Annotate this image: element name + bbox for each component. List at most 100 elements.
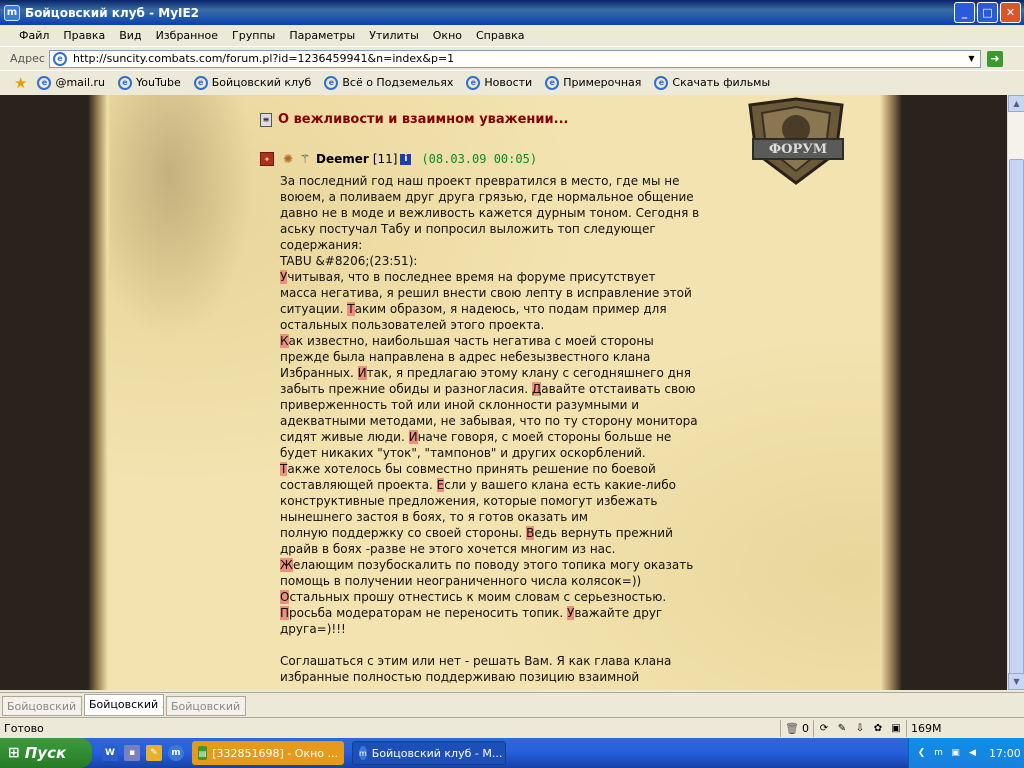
post-body: За последний год наш проект превратился … <box>280 173 740 685</box>
clock: 17:00 <box>989 746 1021 760</box>
link-dungeons[interactable]: e Всё о Подземельях <box>324 75 453 90</box>
link-movies[interactable]: e Скачать фильмы <box>654 75 770 90</box>
scroll-thumb[interactable] <box>1009 159 1024 689</box>
ie-page-icon: e <box>37 75 52 90</box>
start-button[interactable]: ⊞ Пуск <box>0 738 92 768</box>
forum-logo-label[interactable]: ФОРУМ <box>752 138 844 160</box>
taskbar-item-browser[interactable]: m Бойцовский клуб - М... <box>352 741 506 765</box>
minimize-button[interactable]: _ <box>954 2 975 23</box>
post-line: нынешнего застоя в боях, то я готов оказ… <box>280 510 588 524</box>
taskbar: ⊞ Пуск W ▪ ✎ m ▤ [332851698] - Окно ... … <box>0 738 1024 768</box>
status-icons: ⟳ ✎ ⇩ ✿ ▣ <box>812 719 906 737</box>
network-icon[interactable]: ▣ <box>949 747 962 760</box>
vertical-scrollbar[interactable]: ▲ ▼ <box>1007 95 1024 690</box>
myie2-icon: m <box>4 4 20 21</box>
menu-favorites[interactable]: Избранное <box>149 29 225 42</box>
chevron-down-icon[interactable]: ▼ <box>965 52 978 66</box>
post-line: драйв в боях -разве не этого хочется мно… <box>280 542 616 556</box>
clan-badge-icon[interactable]: ✦ <box>260 152 274 166</box>
chevron-left-icon[interactable]: ❮ <box>915 747 928 760</box>
word-icon[interactable]: W <box>102 745 118 761</box>
myie2-tray-icon[interactable]: m <box>932 747 945 760</box>
ie-page-icon: e <box>52 51 67 66</box>
post-line: составляющей проекта. Если у вашего клан… <box>280 478 677 492</box>
post-line: будет никаких "уток", "тампонов" и други… <box>280 446 646 460</box>
author-name[interactable]: Deemer <box>316 152 369 166</box>
maximize-button[interactable]: □ <box>977 2 998 23</box>
menu-help[interactable]: Справка <box>469 29 531 42</box>
post-line: полную поддержку со своей стороны. Ведь … <box>280 526 673 540</box>
menu-edit[interactable]: Правка <box>56 29 112 42</box>
link-combats[interactable]: e Бойцовский клуб <box>193 75 311 90</box>
refresh-icon[interactable]: ⟳ <box>818 722 830 734</box>
post-line: За последний год наш проект превратился … <box>280 174 680 188</box>
menu-bar: Файл Правка Вид Избранное Группы Парамет… <box>0 25 1024 46</box>
windows-logo-icon: ⊞ <box>8 745 20 761</box>
edit-icon[interactable]: ✎ <box>836 722 848 734</box>
post-line: приверженность той или иной склонности р… <box>280 398 640 412</box>
post-line: воюем, а поливаем друг друга грязью, где… <box>280 190 694 204</box>
ie-page-icon: e <box>545 75 560 90</box>
post-line: давно не в моде и вежливость кажется дур… <box>280 206 700 220</box>
wings-icon: ⚚ <box>299 152 311 166</box>
myie2-icon[interactable]: m <box>168 745 184 761</box>
scroll-up-button[interactable]: ▲ <box>1008 95 1024 112</box>
scroll-down-button[interactable]: ▼ <box>1008 673 1024 690</box>
post-line: прежде была направлена в адрес небезызве… <box>280 350 651 364</box>
post-line: TABU &#8206;(23:51): <box>280 254 418 268</box>
info-icon[interactable]: i <box>400 153 412 165</box>
post-line: Также хотелось бы совместно принять реше… <box>280 462 656 476</box>
tab-2[interactable]: Бойцовский ... <box>84 694 164 716</box>
post-line: масса негатива, я решил внести свою лепт… <box>280 286 692 300</box>
address-url[interactable]: http://suncity.combats.com/forum.pl?id=1… <box>73 52 454 65</box>
post-line: Просьба модераторам не переносить топик.… <box>280 606 663 620</box>
close-button[interactable]: ✕ <box>1000 2 1021 23</box>
ie-page-icon: e <box>324 75 339 90</box>
link-news[interactable]: e Новости <box>466 75 532 90</box>
post-line: ситуации. Таким образом, я надеюсь, что … <box>280 302 667 316</box>
star-icon[interactable]: ★ <box>14 74 27 92</box>
link-mailru[interactable]: e @mail.ru <box>37 75 105 90</box>
menu-tools[interactable]: Утилиты <box>362 29 426 42</box>
address-input[interactable]: e http://suncity.combats.com/forum.pl?id… <box>48 49 981 68</box>
parchment-edge-right <box>880 95 902 690</box>
post-line: Избранных. Итак, я предлагаю этому клану… <box>280 366 691 380</box>
menu-options[interactable]: Параметры <box>282 29 362 42</box>
title-bar: m Бойцовский клуб - MyIE2 _ □ ✕ <box>0 0 1024 25</box>
save-disk-icon[interactable]: ▪ <box>124 745 140 761</box>
links-bar: ★ e @mail.ru e YouTube e Бойцовский клуб eВ… <box>0 70 1024 94</box>
post-author-row: ✦ ✺ ⚚ Deemer [11] i (08.03.09 00:05) <box>260 152 537 166</box>
address-bar: Адрес e http://suncity.combats.com/forum… <box>0 46 1024 70</box>
link-fitting-room[interactable]: e Примерочная <box>545 75 641 90</box>
menu-view[interactable]: Вид <box>112 29 148 42</box>
post-line: Учитывая, что в последнее время на форум… <box>280 270 656 284</box>
ie-page-icon: e <box>193 75 208 90</box>
link-youtube[interactable]: e YouTube <box>118 75 181 90</box>
menu-groups[interactable]: Группы <box>225 29 282 42</box>
download-icon[interactable]: ⇩ <box>854 722 866 734</box>
author-level: [11] <box>372 152 398 166</box>
topic-header: ≡ О вежливости и взаимном уважении... <box>260 112 568 127</box>
post-line: забыть прежние обиды и разногласия. Дава… <box>280 382 696 396</box>
flower-icon[interactable]: ✿ <box>872 722 884 734</box>
post-line <box>280 637 740 653</box>
taskbar-item-icq[interactable]: ▤ [332851698] - Окно ... <box>192 741 344 765</box>
popup-blocker[interactable]: 🗑 0 <box>780 719 813 737</box>
edit-icon[interactable]: ✎ <box>146 745 162 761</box>
image-icon[interactable]: ▣ <box>890 722 902 734</box>
go-arrow-icon[interactable]: ➜ <box>986 50 1003 67</box>
popup-count: 0 <box>801 721 809 735</box>
parchment-edge-left <box>88 95 108 690</box>
post-line: сидят живые люди. Иначе говоря, с моей с… <box>280 430 672 444</box>
post-line: Желающим позубоскалить по поводу этого т… <box>280 558 694 572</box>
menu-window[interactable]: Окно <box>426 29 469 42</box>
menu-file[interactable]: Файл <box>12 29 56 42</box>
address-label: Адрес <box>10 52 45 65</box>
tab-1[interactable]: Бойцовский ... <box>2 696 82 716</box>
post-line: конструктивные предложения, которые помо… <box>280 494 658 508</box>
volume-icon[interactable]: ◀ <box>966 747 979 760</box>
window-title: Бойцовский клуб - MyIE2 <box>25 5 200 20</box>
tab-3[interactable]: Бойцовский ... <box>166 696 246 716</box>
system-tray: ❮ m ▣ ◀ 17:00 <box>908 738 1024 768</box>
post-line: Соглашаться с этим или нет - решать Вам.… <box>280 654 672 668</box>
